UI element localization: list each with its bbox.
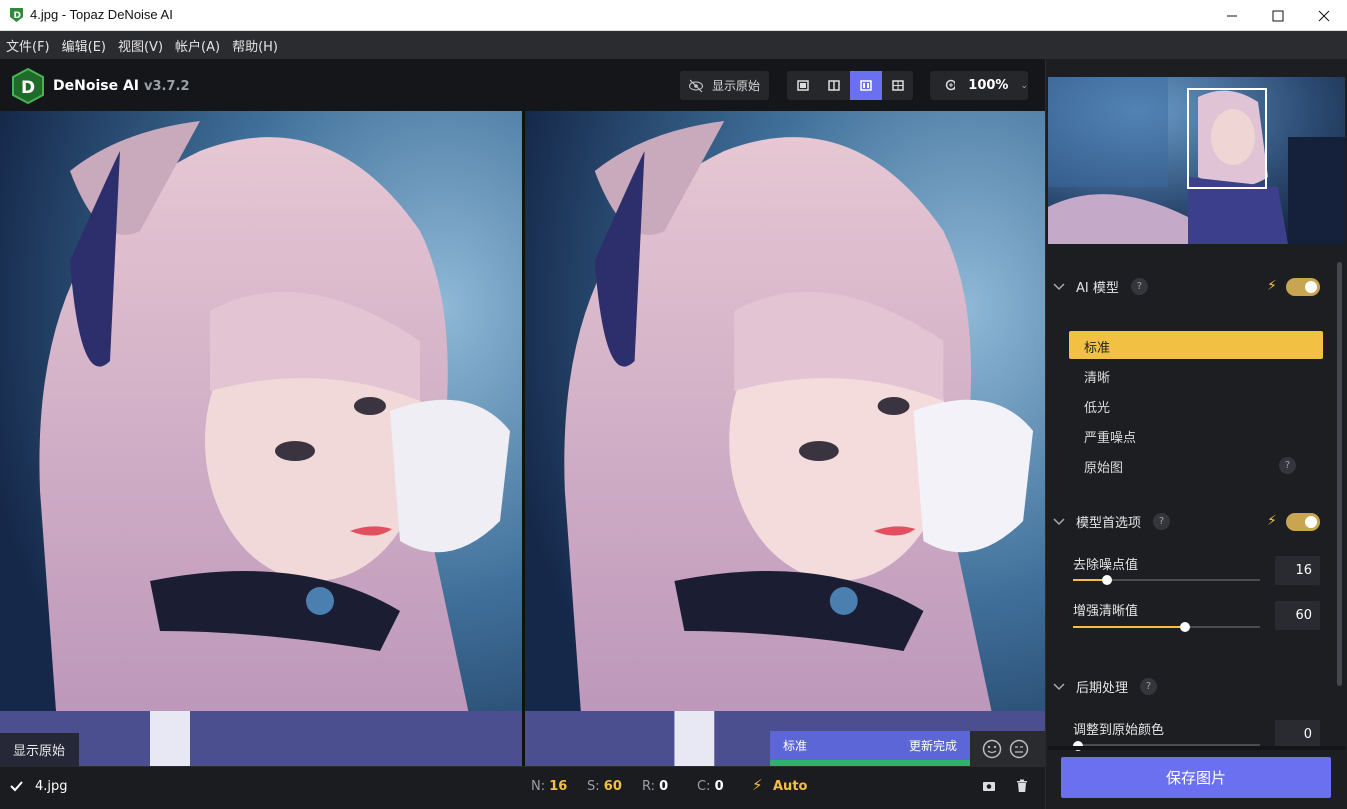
file-name: 4.jpg bbox=[35, 779, 68, 794]
sharpen-value-input[interactable]: 60 bbox=[1275, 601, 1320, 630]
bottom-bar bbox=[0, 766, 1045, 809]
bolt-icon: ⚡ bbox=[1267, 513, 1277, 529]
view-split-button[interactable] bbox=[818, 71, 850, 100]
color-slider-label: 调整到原始颜色 bbox=[1073, 723, 1165, 738]
navigator-viewport[interactable] bbox=[1187, 88, 1267, 189]
help-icon[interactable]: ? bbox=[1153, 513, 1171, 530]
status-text: 更新完成 bbox=[908, 739, 957, 753]
ai-model-toggle[interactable] bbox=[1286, 278, 1320, 296]
feedback-group bbox=[970, 731, 1045, 766]
denoise-value-input[interactable]: 16 bbox=[1275, 556, 1320, 585]
sharpen-slider-label: 增强清晰值 bbox=[1073, 604, 1139, 619]
eye-off-icon bbox=[689, 79, 703, 92]
minimize-icon bbox=[1227, 15, 1237, 16]
original-image-pane[interactable] bbox=[0, 111, 522, 766]
show-original-button[interactable]: 显示原始 bbox=[680, 71, 769, 100]
ai-model-header[interactable]: AI 模型 ? bbox=[1053, 277, 1148, 296]
zoom-icon bbox=[945, 79, 956, 90]
model-option-severe-noise[interactable]: 严重噪点 bbox=[1069, 421, 1323, 449]
panel-fade bbox=[1048, 746, 1345, 750]
view-grid-button[interactable] bbox=[882, 71, 913, 100]
show-original-label: 显示原始 bbox=[712, 79, 761, 93]
svg-text:D: D bbox=[14, 11, 21, 21]
panel-scrollbar[interactable] bbox=[1337, 262, 1342, 686]
chevron-down-icon bbox=[1053, 682, 1065, 690]
happy-face-icon[interactable] bbox=[982, 739, 1002, 759]
sharpen-slider[interactable] bbox=[1073, 622, 1260, 632]
minimize-button[interactable] bbox=[1209, 0, 1255, 31]
denoise-slider[interactable] bbox=[1073, 575, 1260, 585]
stat-c: C: 0 bbox=[697, 779, 724, 794]
side-by-side-icon bbox=[860, 80, 872, 91]
chevron-down-icon bbox=[1053, 282, 1065, 290]
help-icon[interactable]: ? bbox=[1140, 678, 1158, 695]
help-icon[interactable]: ? bbox=[1279, 457, 1296, 474]
brand-version: v3.7.2 bbox=[144, 78, 190, 94]
stat-n: N: 16 bbox=[531, 779, 568, 794]
grid-view-icon bbox=[891, 80, 904, 91]
title-bar: D 4.jpg - Topaz DeNoise AI bbox=[0, 0, 1347, 31]
model-prefs-toggle[interactable] bbox=[1286, 513, 1320, 531]
color-value-input[interactable]: 0 bbox=[1275, 720, 1320, 749]
ai-model-title: AI 模型 bbox=[1076, 281, 1119, 296]
portrait-photo-processed bbox=[525, 111, 1045, 766]
model-prefs-header[interactable]: 模型首选项 ? bbox=[1053, 512, 1171, 531]
post-processing-title: 后期处理 bbox=[1076, 681, 1129, 696]
denoise-slider-label: 去除噪点值 bbox=[1073, 558, 1139, 573]
chevron-down-icon bbox=[1053, 517, 1065, 525]
chevron-down-icon: ⌄ bbox=[1020, 80, 1028, 91]
original-label: 显示原始 bbox=[0, 733, 79, 766]
window-title: 4.jpg - Topaz DeNoise AI bbox=[30, 7, 173, 22]
brand: D DeNoise AI v3.7.2 bbox=[10, 68, 190, 104]
bolt-icon: ⚡ bbox=[752, 776, 763, 794]
view-mode-group bbox=[787, 71, 913, 100]
model-option-clear[interactable]: 清晰 bbox=[1069, 361, 1323, 389]
svg-text:D: D bbox=[21, 78, 35, 98]
view-single-button[interactable] bbox=[787, 71, 818, 100]
processing-status: 标准 更新完成 bbox=[770, 731, 970, 766]
menu-bar: 文件(F) 编辑(E) 视图(V) 帐户(A) 帮助(H) bbox=[0, 31, 1347, 59]
model-prefs-title: 模型首选项 bbox=[1076, 516, 1142, 531]
auto-label[interactable]: Auto bbox=[773, 779, 807, 794]
single-view-icon bbox=[796, 80, 809, 91]
processed-image-pane[interactable] bbox=[525, 111, 1045, 766]
zoom-value: 100% bbox=[968, 78, 1009, 93]
denoise-logo-icon: D bbox=[12, 68, 44, 104]
maximize-button[interactable] bbox=[1255, 0, 1301, 31]
zoom-select[interactable]: 100% ⌄ bbox=[930, 71, 1028, 100]
brand-name: DeNoise AI bbox=[53, 78, 139, 94]
menu-file[interactable]: 文件(F) bbox=[6, 36, 50, 55]
model-option-low-light[interactable]: 低光 bbox=[1069, 391, 1323, 419]
post-processing-header[interactable]: 后期处理 ? bbox=[1053, 677, 1158, 696]
close-icon bbox=[1318, 10, 1330, 21]
close-button[interactable] bbox=[1301, 0, 1347, 31]
menu-edit[interactable]: 编辑(E) bbox=[62, 36, 106, 55]
trash-icon[interactable] bbox=[1016, 779, 1028, 793]
stat-s: S: 60 bbox=[587, 779, 622, 794]
menu-help[interactable]: 帮助(H) bbox=[232, 36, 278, 55]
neutral-face-icon[interactable] bbox=[1009, 739, 1029, 759]
help-icon[interactable]: ? bbox=[1130, 278, 1148, 295]
menu-view[interactable]: 视图(V) bbox=[118, 36, 163, 55]
check-icon[interactable] bbox=[10, 780, 23, 792]
view-side-by-side-button[interactable] bbox=[850, 71, 882, 100]
stat-r: R: 0 bbox=[642, 779, 669, 794]
app-icon: D bbox=[10, 8, 23, 22]
maximize-icon bbox=[1272, 10, 1284, 21]
bolt-icon: ⚡ bbox=[1267, 278, 1277, 294]
menu-account[interactable]: 帐户(A) bbox=[175, 36, 220, 55]
camera-icon[interactable] bbox=[982, 780, 996, 792]
save-image-button[interactable]: 保存图片 bbox=[1061, 757, 1331, 798]
split-view-icon bbox=[828, 80, 840, 91]
status-model: 标准 bbox=[783, 739, 808, 753]
portrait-photo-original bbox=[0, 111, 522, 766]
model-option-standard[interactable]: 标准 bbox=[1069, 331, 1323, 359]
